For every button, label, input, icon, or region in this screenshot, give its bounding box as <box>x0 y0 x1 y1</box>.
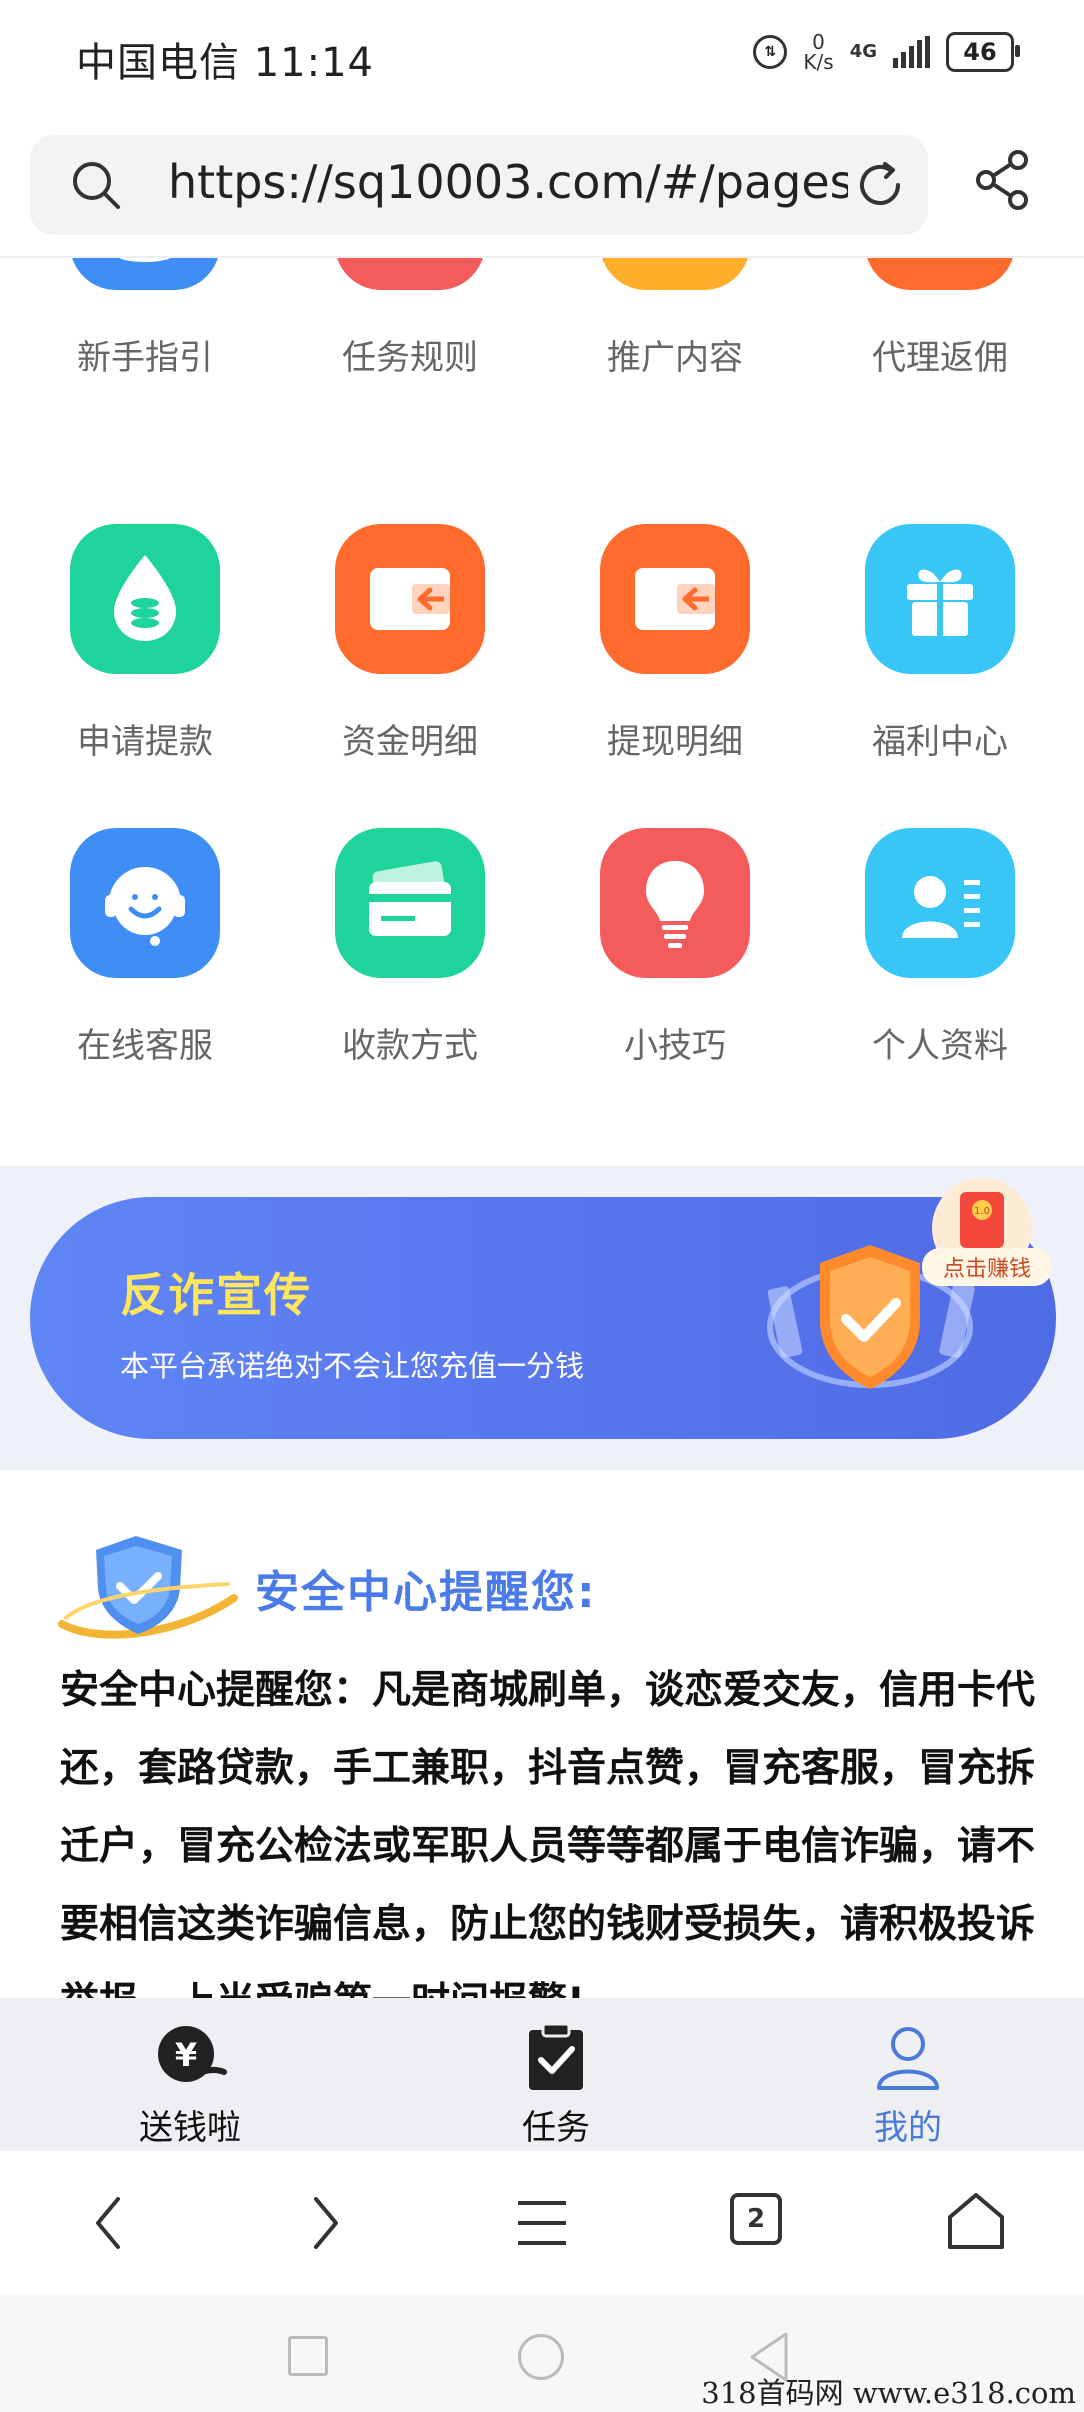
browser-nav-bar: 2 <box>0 2151 1084 2294</box>
grid-label: 申请提款 <box>77 722 213 762</box>
home-circle-icon[interactable] <box>518 2334 564 2380</box>
grid-item-fund-details[interactable]: 资金明细 <box>310 524 510 824</box>
tab-label: 任务 <box>522 2108 590 2148</box>
grid-item-promo[interactable]: 推广内容 <box>575 258 775 440</box>
clock-label: 11:14 <box>253 40 374 86</box>
clipboard-icon <box>335 258 485 290</box>
grid-item-withdraw-details[interactable]: 提现明细 <box>575 524 775 824</box>
status-bar: 中国电信 11:14 ⇅ 0 K/s 4G 46 <box>0 0 1084 115</box>
headset-icon <box>70 828 220 978</box>
recents-icon[interactable] <box>288 2336 328 2376</box>
grid-label: 收款方式 <box>342 1026 478 1066</box>
reload-icon[interactable] <box>850 155 910 219</box>
anti-fraud-banner[interactable]: 反诈宣传 本平台承诺绝对不会让您充值一分钱 <box>30 1197 1056 1439</box>
grid-item-support[interactable]: 在线客服 <box>45 828 245 1128</box>
hd-call-icon: ⇅ <box>753 35 788 69</box>
grid-label: 任务规则 <box>342 338 478 378</box>
grid-item-welfare[interactable]: 福利中心 <box>840 524 1040 824</box>
tab-label: 送钱啦 <box>139 2108 241 2148</box>
red-envelope-icon: 1.0 点击赚钱 <box>922 1178 1052 1286</box>
pennant-icon <box>600 258 750 290</box>
grid-item-tips[interactable]: 小技巧 <box>575 828 775 1128</box>
search-icon[interactable] <box>68 157 124 217</box>
grid-item-commission[interactable]: 返 代理返佣 <box>840 258 1040 440</box>
grid-item-payment-method[interactable]: 收款方式 <box>310 828 510 1128</box>
tab-tasks[interactable]: 任务 <box>446 2022 666 2149</box>
wallet-icon <box>335 524 485 674</box>
profile-card-icon <box>865 828 1015 978</box>
url-text[interactable]: https://sq10003.com/#/pages <box>168 155 848 209</box>
earn-money-badge[interactable]: 1.0 点击赚钱 <box>922 1178 1052 1288</box>
net-speed-value: 0 <box>812 30 825 54</box>
grid-label: 在线客服 <box>77 1026 213 1066</box>
carrier-label: 中国电信 <box>76 40 240 86</box>
system-nav-bar: 318首码网 www.e318.com <box>0 2294 1084 2412</box>
grid-label: 推广内容 <box>607 338 743 378</box>
coin-drop-icon <box>70 524 220 674</box>
status-icons: ⇅ 0 K/s 4G 46 <box>753 32 1020 72</box>
banner-title: 反诈宣传 <box>120 1268 312 1322</box>
wallet-icon <box>600 524 750 674</box>
home-icon[interactable] <box>944 2189 1008 2257</box>
svg-text:¥: ¥ <box>175 2036 197 2074</box>
grid-label: 代理返佣 <box>872 338 1008 378</box>
bulb-icon <box>600 828 750 978</box>
grid-label: 提现明细 <box>607 722 743 762</box>
tab-count: 2 <box>746 2204 766 2234</box>
tab-send-money[interactable]: ¥ 送钱啦 <box>80 2022 300 2149</box>
signal-icon <box>893 36 930 68</box>
menu-icon[interactable] <box>514 2195 570 2255</box>
grid-item-guide[interactable]: 新手指引 <box>45 258 245 440</box>
security-body: 安全中心提醒您：凡是商城刷单，谈恋爱交友，信用卡代还，套路贷款，手工兼职，抖音点… <box>60 1668 1036 2002</box>
tab-mine[interactable]: 我的 <box>798 2022 1018 2149</box>
security-shield-icon <box>58 1528 238 1652</box>
grid-label: 小技巧 <box>624 1026 726 1066</box>
money-bag-icon: 返 <box>865 258 1015 290</box>
svg-text:1.0: 1.0 <box>974 1206 990 1217</box>
grid-item-rules[interactable]: 任务规则 <box>310 258 510 440</box>
grid-item-profile[interactable]: 个人资料 <box>840 828 1040 1128</box>
tabs-switcher-button[interactable]: 2 <box>730 2193 782 2245</box>
carrier-time: 中国电信 11:14 <box>76 30 374 88</box>
grid-item-withdraw-apply[interactable]: 申请提款 <box>45 524 245 824</box>
banner-subtitle: 本平台承诺绝对不会让您充值一分钱 <box>120 1349 585 1383</box>
gift-icon <box>865 524 1015 674</box>
battery-level: 46 <box>963 38 997 66</box>
grid-label: 新手指引 <box>77 338 213 378</box>
battery-icon: 46 <box>946 32 1020 72</box>
grid-label: 资金明细 <box>342 722 478 762</box>
yen-hand-icon: ¥ <box>80 2022 300 2096</box>
watermark: 318首码网 www.e318.com <box>701 2376 1076 2410</box>
card-icon <box>335 828 485 978</box>
forward-icon[interactable] <box>306 2191 346 2259</box>
tab-label: 我的 <box>874 2108 942 2148</box>
task-clipboard-icon <box>446 2022 666 2096</box>
earn-badge-label: 点击赚钱 <box>922 1248 1052 1286</box>
user-icon <box>798 2022 1018 2096</box>
url-bar[interactable]: https://sq10003.com/#/pages <box>30 135 928 235</box>
back-icon[interactable] <box>88 2191 128 2259</box>
location-pin-icon <box>70 258 220 290</box>
net-speed-unit: K/s <box>803 50 834 74</box>
security-title: 安全中心提醒您: <box>255 1567 597 1618</box>
feature-grid: 新手指引 任务规则 推广内容 返 代理返佣 申请提款 资金明细 提现明 <box>0 258 1084 1166</box>
net-speed: 0 K/s <box>803 32 833 72</box>
share-icon[interactable] <box>972 148 1036 216</box>
grid-label: 福利中心 <box>872 722 1008 762</box>
bottom-tab-bar: ¥ 送钱啦 任务 我的 <box>0 1998 1084 2151</box>
grid-label: 个人资料 <box>872 1026 1008 1066</box>
network-type: 4G <box>849 41 877 62</box>
